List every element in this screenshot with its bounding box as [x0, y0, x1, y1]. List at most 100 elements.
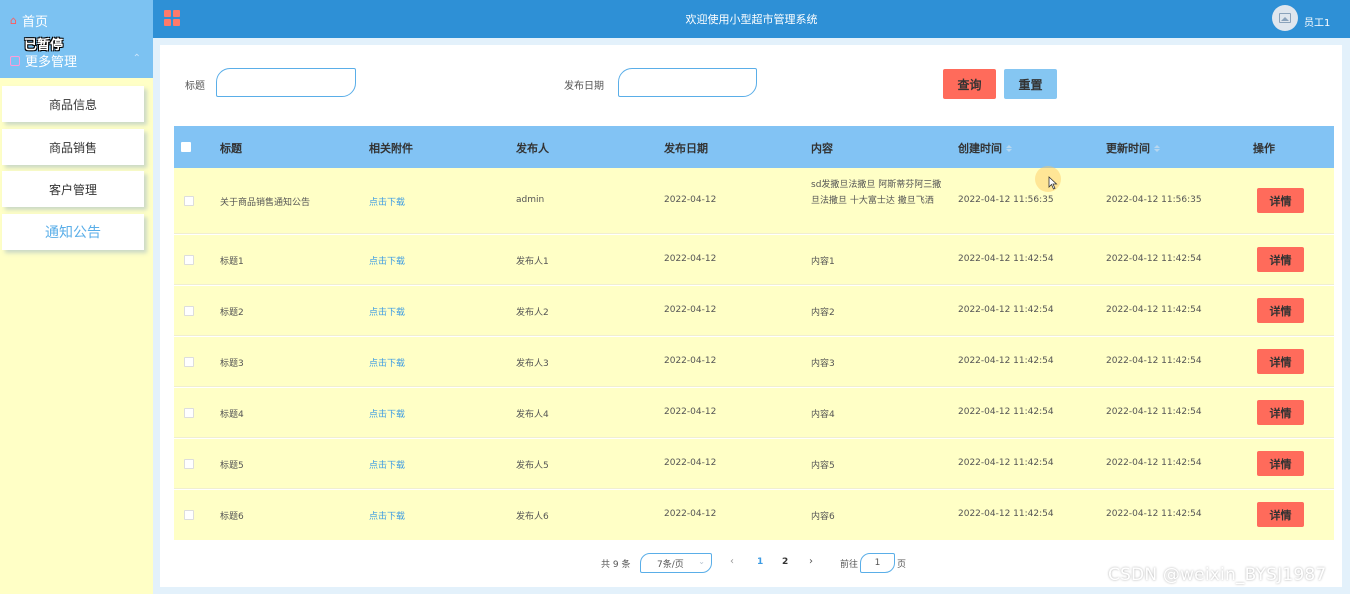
cell-updated: 2022-04-12 11:42:54 [1106, 509, 1202, 519]
reset-button[interactable]: 重置 [1004, 69, 1057, 99]
cell-publisher: 发布人3 [516, 359, 549, 369]
cell-title: 标题3 [220, 359, 244, 369]
detail-button[interactable]: 详情 [1257, 349, 1304, 374]
row-checkbox[interactable] [184, 459, 194, 469]
sort-icon[interactable] [1006, 144, 1012, 152]
row-checkbox[interactable] [184, 510, 194, 520]
cell-publish-date: 2022-04-12 [664, 356, 717, 366]
download-link[interactable]: 点击下载 [369, 305, 405, 318]
page-number[interactable]: 1 [757, 557, 763, 567]
detail-button[interactable]: 详情 [1257, 298, 1304, 323]
col-attachment: 相关附件 [369, 142, 413, 155]
row-checkbox[interactable] [184, 408, 194, 418]
cell-title: 标题1 [220, 257, 244, 267]
sidebar-header: ⌂ 首页 已暂停 更多管理 ⌃ [0, 0, 153, 78]
search-title-input[interactable] [216, 68, 356, 97]
more-label: 更多管理 [25, 55, 78, 70]
cell-created: 2022-04-12 11:42:54 [958, 356, 1054, 366]
cell-created: 2022-04-12 11:42:54 [958, 458, 1054, 468]
sidebar-item-product-info[interactable]: 商品信息 [2, 86, 144, 122]
page-unit-label: 页 [897, 560, 907, 570]
cell-publish-date: 2022-04-12 [664, 509, 717, 519]
download-link[interactable]: 点击下载 [369, 509, 405, 522]
download-link[interactable]: 点击下载 [369, 356, 405, 369]
cell-created: 2022-04-12 11:56:35 [958, 195, 1054, 205]
cell-publish-date: 2022-04-12 [664, 254, 717, 264]
col-created[interactable]: 创建时间 [958, 140, 1012, 156]
cell-created: 2022-04-12 11:42:54 [958, 407, 1054, 417]
menu-box-icon [10, 55, 20, 66]
cell-publisher: 发布人5 [516, 461, 549, 471]
table-row: 标题5 点击下载 发布人5 2022-04-12 内容5 2022-04-12 … [174, 439, 1334, 489]
download-link[interactable]: 点击下载 [369, 407, 405, 420]
mouse-cursor-icon [1048, 176, 1058, 190]
row-checkbox[interactable] [184, 255, 194, 265]
search-date-label: 发布日期 [564, 81, 604, 92]
cell-created: 2022-04-12 11:42:54 [958, 305, 1054, 315]
cell-publish-date: 2022-04-12 [664, 407, 717, 417]
cell-content: 内容6 [811, 512, 835, 522]
col-publisher: 发布人 [516, 142, 549, 155]
col-created-label: 创建时间 [958, 142, 1002, 155]
col-title: 标题 [220, 142, 242, 155]
col-action: 操作 [1253, 142, 1275, 155]
cell-publisher: 发布人1 [516, 257, 549, 267]
pagination-total: 共 9 条 [601, 560, 631, 570]
cell-publish-date: 2022-04-12 [664, 305, 717, 315]
row-checkbox[interactable] [184, 357, 194, 367]
col-updated[interactable]: 更新时间 [1106, 140, 1160, 156]
username[interactable]: 员工1 [1304, 14, 1330, 29]
download-link[interactable]: 点击下载 [369, 458, 405, 471]
table-row: 标题2 点击下载 发布人2 2022-04-12 内容2 2022-04-12 … [174, 286, 1334, 336]
page-number[interactable]: 2 [782, 557, 788, 567]
sidebar-item-notices[interactable]: 通知公告 [2, 214, 144, 250]
row-checkbox[interactable] [184, 196, 194, 206]
cell-title: 标题5 [220, 461, 244, 471]
download-link[interactable]: 点击下载 [369, 195, 405, 208]
sidebar-item-product-sales[interactable]: 商品销售 [2, 129, 144, 165]
download-link[interactable]: 点击下载 [369, 254, 405, 267]
cell-updated: 2022-04-12 11:42:54 [1106, 458, 1202, 468]
detail-button[interactable]: 详情 [1257, 451, 1304, 476]
col-publish-date: 发布日期 [664, 142, 708, 155]
col-content: 内容 [811, 142, 833, 155]
prev-page-icon[interactable]: ‹ [730, 556, 734, 567]
table-row: 标题1 点击下载 发布人1 2022-04-12 内容1 2022-04-12 … [174, 235, 1334, 285]
cell-title: 标题4 [220, 410, 244, 420]
goto-label: 前往 [840, 560, 859, 570]
cell-content: 内容3 [811, 359, 835, 369]
goto-page-input[interactable]: 1 [860, 553, 895, 573]
cell-title: 标题6 [220, 512, 244, 522]
search-date-input[interactable] [618, 68, 757, 97]
cell-updated: 2022-04-12 11:42:54 [1106, 356, 1202, 366]
page-size-value: 7条/页 [657, 559, 684, 570]
sort-icon[interactable] [1154, 144, 1160, 152]
sidebar-home[interactable]: ⌂ 首页 [10, 11, 48, 30]
avatar[interactable] [1272, 5, 1298, 31]
sidebar: ⌂ 首页 已暂停 更多管理 ⌃ 商品信息 商品销售 客户管理 通知公告 [0, 0, 153, 594]
home-label: 首页 [21, 15, 48, 30]
cell-created: 2022-04-12 11:42:54 [958, 254, 1054, 264]
detail-button[interactable]: 详情 [1257, 247, 1304, 272]
next-page-icon[interactable]: › [809, 556, 813, 567]
row-checkbox[interactable] [184, 306, 194, 316]
cell-updated: 2022-04-12 11:42:54 [1106, 254, 1202, 264]
sidebar-more-management[interactable]: 更多管理 ⌃ [10, 51, 145, 70]
cell-content: 内容1 [811, 257, 835, 267]
page-size-select[interactable]: 7条/页 ⌄ [640, 553, 712, 573]
cell-title: 关于商品销售通知公告 [220, 198, 311, 208]
cell-title: 标题2 [220, 308, 244, 318]
image-icon [1279, 13, 1291, 23]
cell-content: 内容2 [811, 308, 835, 318]
header-title: 欢迎使用小型超市管理系统 [685, 13, 818, 26]
cell-publisher: 发布人4 [516, 410, 549, 420]
query-button[interactable]: 查询 [943, 69, 996, 99]
detail-button[interactable]: 详情 [1257, 502, 1304, 527]
cell-publish-date: 2022-04-12 [664, 195, 717, 205]
select-all-checkbox[interactable] [181, 142, 191, 152]
detail-button[interactable]: 详情 [1257, 188, 1304, 213]
watermark: CSDN @weixin_BYSJ1987 [1108, 565, 1327, 585]
sidebar-item-customer-management[interactable]: 客户管理 [2, 171, 144, 207]
table-row: 标题3 点击下载 发布人3 2022-04-12 内容3 2022-04-12 … [174, 337, 1334, 387]
detail-button[interactable]: 详情 [1257, 400, 1304, 425]
